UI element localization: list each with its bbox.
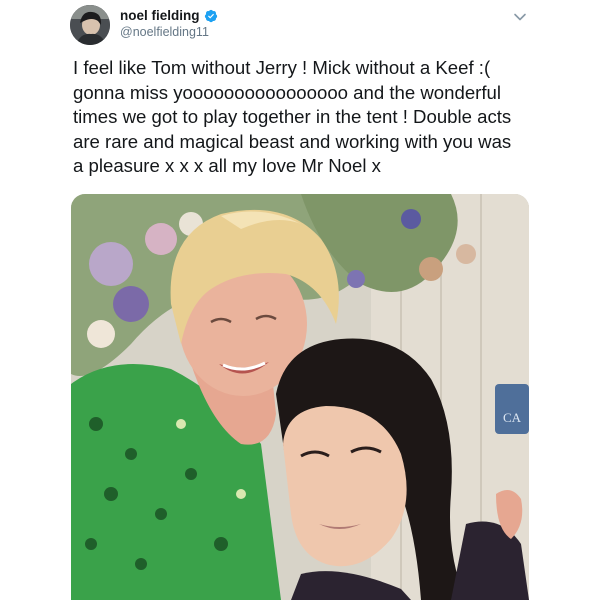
photo-image: CA [71, 194, 529, 600]
chevron-down-icon[interactable] [513, 10, 527, 24]
tweet-photo[interactable]: CA [71, 194, 529, 600]
display-name-row: noel fielding [120, 8, 218, 23]
tweet-card: noel fielding @noelfielding11 I feel lik… [0, 0, 600, 600]
sign-text: CA [503, 410, 522, 425]
avatar[interactable] [70, 5, 110, 45]
avatar-photo [70, 5, 110, 45]
display-name[interactable]: noel fielding [120, 8, 200, 23]
author-block: noel fielding @noelfielding11 [120, 8, 218, 39]
tweet-text: I feel like Tom without Jerry ! Mick wit… [73, 57, 512, 176]
handle[interactable]: @noelfielding11 [120, 25, 218, 39]
verified-badge-icon [204, 9, 217, 22]
